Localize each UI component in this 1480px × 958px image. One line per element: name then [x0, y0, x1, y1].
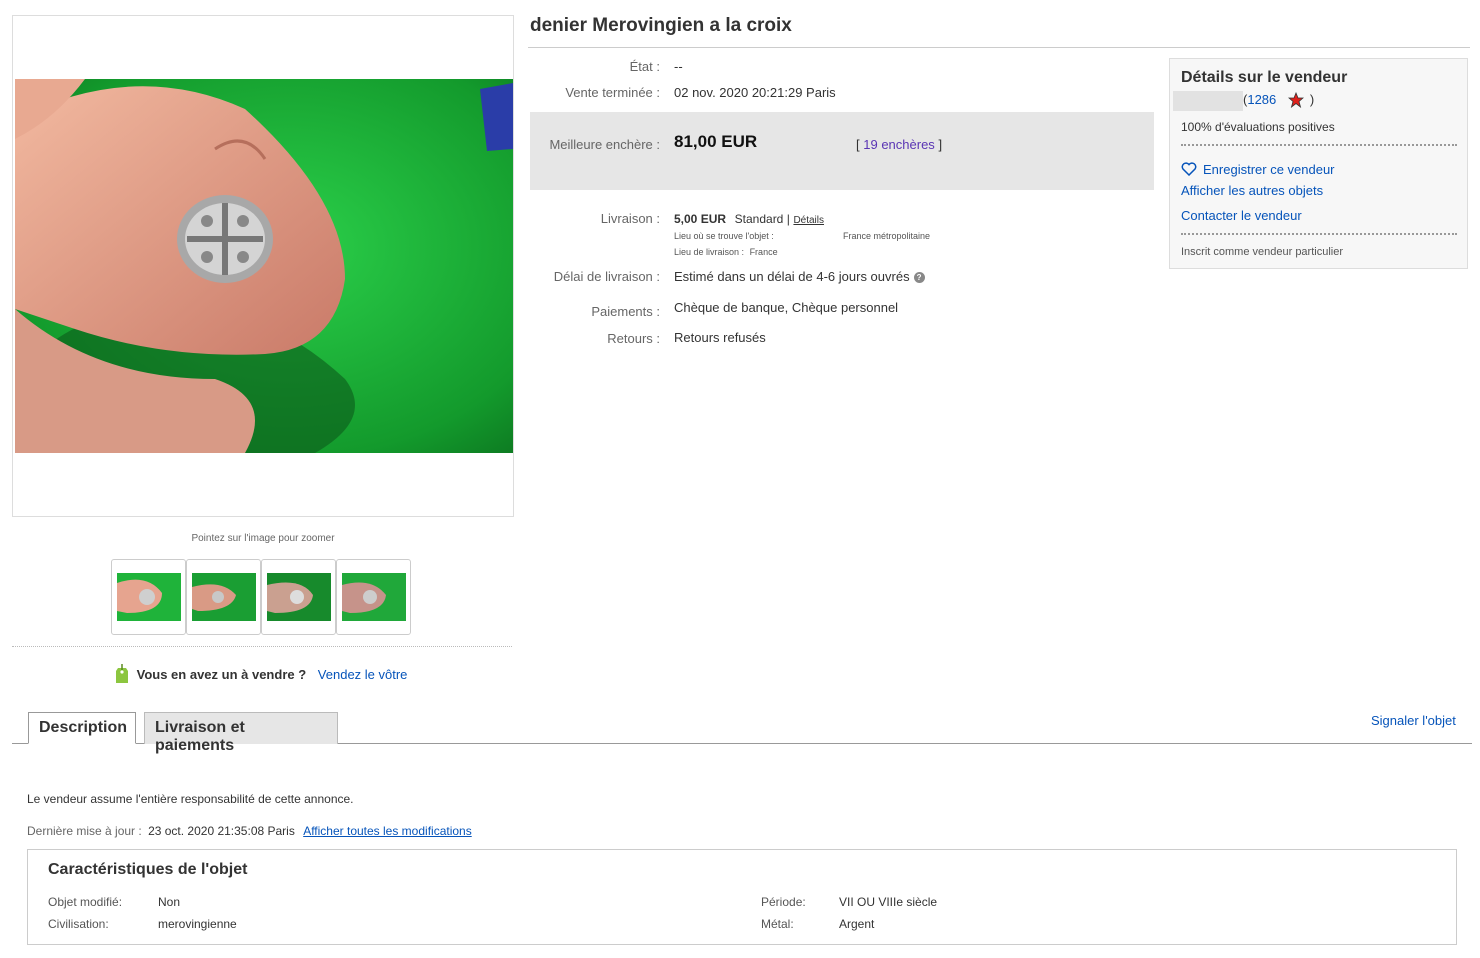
- thumbnail-image: [117, 573, 181, 621]
- bid-count: [ 19 enchères ]: [856, 137, 942, 152]
- ships-to-value: France: [749, 247, 778, 257]
- seller-feedback-score: (1286 ): [1243, 91, 1315, 109]
- item-specifics-title: Caractéristiques de l'objet: [48, 861, 248, 878]
- seller-username-redacted[interactable]: [1173, 91, 1243, 111]
- thumbnail-1[interactable]: [111, 559, 186, 635]
- gallery-divider: [12, 646, 512, 647]
- last-update-label: Dernière mise à jour :: [27, 824, 142, 838]
- payments-label: Paiements :: [591, 304, 660, 319]
- spec-period-label: Période:: [761, 895, 806, 909]
- bid-count-open-bracket: [: [856, 137, 860, 152]
- seller-responsibility-text: Le vendeur assume l'entière responsabili…: [27, 792, 354, 806]
- spec-modified-value: Non: [158, 895, 181, 909]
- thumbnail-image: [342, 573, 406, 621]
- save-seller-label: Enregistrer ce vendeur: [1203, 162, 1335, 177]
- seller-panel-title: Détails sur le vendeur: [1181, 69, 1348, 86]
- sell-question: Vous en avez un à vendre ?: [136, 667, 307, 682]
- shipping-method: Standard |: [734, 212, 790, 226]
- main-image-frame: [12, 15, 514, 517]
- main-item-photo[interactable]: [15, 79, 513, 453]
- all-changes-link[interactable]: Afficher toutes les modifications: [303, 824, 472, 838]
- seller-divider: [1181, 233, 1457, 235]
- thumbnail-3[interactable]: [261, 559, 336, 635]
- price-tag-icon: [116, 664, 128, 683]
- seller-registration-type: Inscrit comme vendeur particulier: [1181, 246, 1344, 258]
- returns-label: Retours :: [607, 331, 660, 346]
- item-location-value: France métropolitaine: [843, 231, 931, 241]
- report-item-link[interactable]: Signaler l'objet: [1371, 713, 1456, 728]
- shipping-label: Livraison :: [600, 211, 660, 226]
- title-divider: [528, 47, 1470, 48]
- seller-details-panel: Détails sur le vendeur (1286 ) 100% d'év…: [1169, 58, 1468, 269]
- item-title: denier Merovingien a la croix: [530, 15, 792, 36]
- last-update-value: 23 oct. 2020 21:35:08 Paris: [148, 824, 295, 838]
- returns-value: Retours refusés: [674, 330, 766, 345]
- zoom-hint: Pointez sur l'image pour zoomer: [191, 533, 335, 544]
- payments-value: Chèque de banque, Chèque personnel: [674, 300, 899, 315]
- ships-to: Lieu de livraison : France: [674, 247, 778, 257]
- item-location-label: Lieu où se trouve l'objet :: [674, 231, 774, 241]
- tab-shipping-payments[interactable]: Livraison et paiements: [144, 712, 338, 754]
- spec-metal-label: Métal:: [761, 917, 794, 931]
- red-star-icon: [1287, 91, 1304, 109]
- shipping-details-link[interactable]: Détails: [793, 215, 824, 226]
- spec-period-value: VII OU VIIIe siècle: [839, 895, 938, 909]
- help-icon[interactable]: ?: [913, 272, 925, 283]
- seller-score-link[interactable]: 1286: [1247, 92, 1276, 107]
- delivery-estimate: Estimé dans un délai de 4-6 jours ouvrés…: [674, 269, 925, 284]
- ships-to-label: Lieu de livraison :: [674, 247, 745, 257]
- delivery-label: Délai de livraison :: [553, 269, 660, 284]
- seller-other-items-link[interactable]: Afficher les autres objets: [1181, 183, 1323, 198]
- seller-score-close: ): [1309, 92, 1315, 107]
- shipping-summary: 5,00 EUR Standard | Détails: [674, 211, 824, 226]
- thumbnail-image: [267, 573, 331, 621]
- item-specifics-box: Caractéristiques de l'objet Objet modifi…: [27, 849, 1457, 945]
- thumbnail-2[interactable]: [186, 559, 261, 635]
- sale-ended-value: 02 nov. 2020 20:21:29 Paris: [674, 85, 836, 100]
- bid-count-close-bracket: ]: [938, 137, 943, 152]
- save-seller-link[interactable]: Enregistrer ce vendeur: [1181, 162, 1335, 177]
- last-update: Dernière mise à jour : 23 oct. 2020 21:3…: [27, 824, 472, 838]
- best-bid-label: Meilleure enchère :: [549, 137, 660, 152]
- shipping-price: 5,00 EUR: [674, 212, 727, 226]
- sale-ended-label: Vente terminée :: [565, 85, 660, 100]
- spec-modified-label: Objet modifié:: [48, 895, 123, 909]
- seller-divider: [1181, 144, 1457, 146]
- thumbnail-4[interactable]: [336, 559, 411, 635]
- sell-yours-link[interactable]: Vendez le vôtre: [318, 667, 408, 682]
- bid-history-link[interactable]: 19 enchères: [863, 137, 935, 152]
- condition-value: --: [674, 59, 683, 74]
- positive-feedback: 100% d'évaluations positives: [1181, 120, 1335, 134]
- delivery-value: Estimé dans un délai de 4-6 jours ouvrés: [674, 269, 910, 284]
- spec-civilisation-value: merovingienne: [158, 917, 237, 931]
- contact-seller-link[interactable]: Contacter le vendeur: [1181, 208, 1302, 223]
- best-bid-price: 81,00 EUR: [674, 132, 758, 151]
- tab-description[interactable]: Description: [28, 712, 136, 744]
- sell-one-like-this: Vous en avez un à vendre ? Vendez le vôt…: [115, 664, 407, 684]
- spec-metal-value: Argent: [839, 917, 875, 931]
- spec-civilisation-label: Civilisation:: [48, 917, 109, 931]
- heart-icon: [1181, 162, 1197, 177]
- condition-label: État :: [629, 59, 660, 74]
- thumbnail-image: [192, 573, 256, 621]
